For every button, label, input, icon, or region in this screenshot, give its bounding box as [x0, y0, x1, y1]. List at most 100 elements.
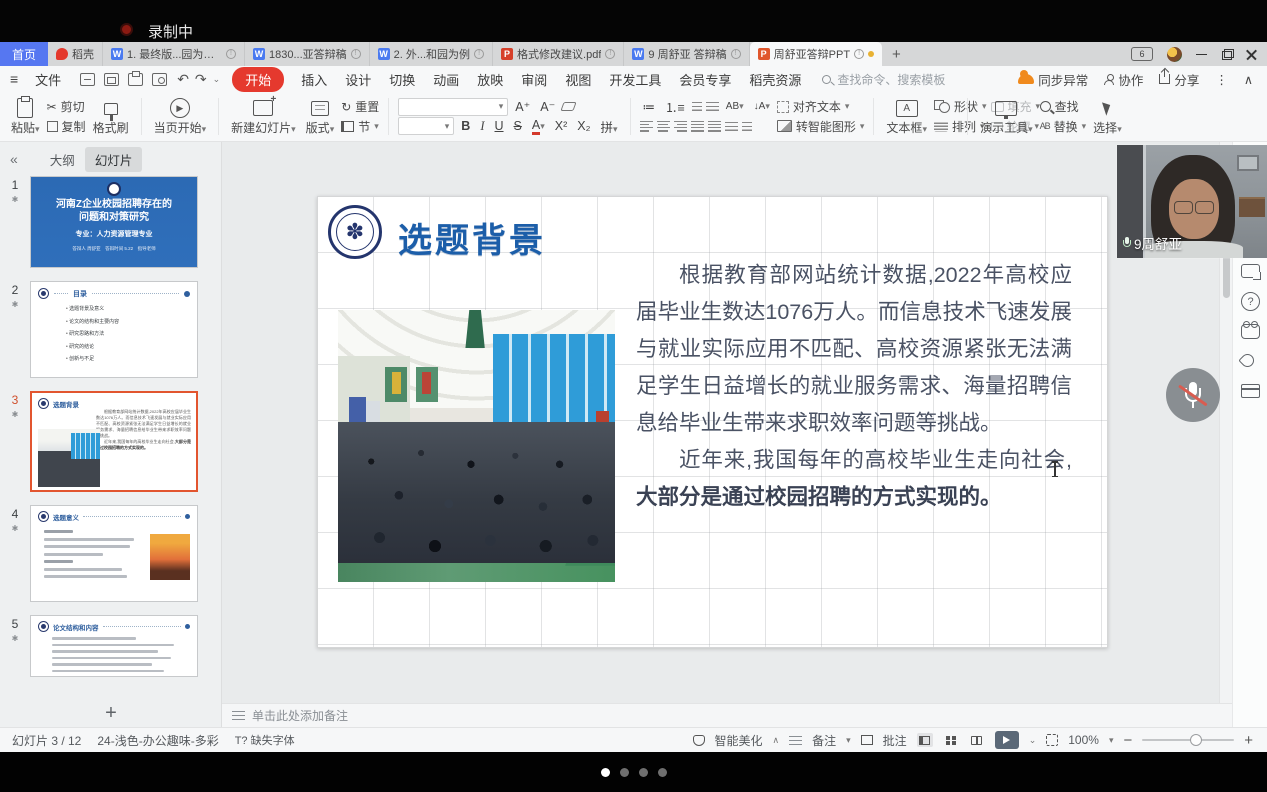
paste-button[interactable]: 粘贴▾	[6, 95, 45, 138]
zoom-percent[interactable]: 100%	[1068, 733, 1099, 747]
slide-body-text[interactable]: 根据教育部网站统计数据,2022年高校应届毕业生数达1076万人。而信息技术飞速…	[636, 257, 1072, 516]
close-button[interactable]	[1246, 49, 1257, 60]
print-preview-icon[interactable]	[152, 73, 167, 86]
smart-beautify-button[interactable]: 智能美化	[715, 732, 763, 749]
new-slide-button[interactable]: 新建幻灯片▾	[226, 95, 301, 138]
menu-tab-insert[interactable]: 插入	[292, 70, 336, 89]
increase-font-button[interactable]: A⁺	[512, 99, 533, 114]
tab-slides[interactable]: 幻灯片	[85, 147, 143, 172]
play-from-current-button[interactable]: ▶ 当页开始▾	[149, 95, 212, 138]
zoom-slider-knob[interactable]	[1190, 734, 1202, 746]
align-text-button[interactable]: 对齐文本▾	[777, 97, 865, 117]
slide-thumbnail-3-selected[interactable]: 3 ✱ 选题背景 根据教育部网站统计数据,2022年高校应届毕业生数达1076万…	[0, 391, 221, 492]
microphone-mute-button[interactable]	[1166, 368, 1220, 422]
align-center-icon[interactable]	[657, 121, 670, 132]
slideshow-play-button[interactable]	[995, 731, 1019, 749]
skin-settings-icon[interactable]	[1241, 324, 1260, 339]
distribute-icon[interactable]	[708, 121, 721, 132]
slide-thumbnail-4[interactable]: 4 ✱ 选题意义	[0, 505, 221, 602]
clear-format-icon[interactable]	[561, 102, 577, 111]
cut-button[interactable]: ✂ 剪切	[47, 97, 86, 117]
justify-icon[interactable]	[691, 121, 704, 132]
page-indicator-dot[interactable]	[658, 768, 667, 777]
comments-button[interactable]: 批注	[883, 732, 907, 749]
paragraph-spacing-icon[interactable]	[742, 122, 752, 131]
align-right-icon[interactable]	[674, 121, 687, 132]
school-logo[interactable]: ✽	[328, 205, 382, 259]
slide-sorter-view-button[interactable]	[943, 733, 959, 747]
superscript-button[interactable]: X²	[552, 119, 571, 133]
pinyin-guide-button[interactable]: 拼▾	[597, 117, 620, 136]
increase-indent-icon[interactable]	[706, 102, 719, 111]
bold-button[interactable]: B	[458, 119, 473, 133]
tab-home[interactable]: 首页	[0, 42, 48, 66]
export-icon[interactable]	[104, 73, 119, 86]
undo-icon[interactable]: ↶	[177, 71, 189, 88]
print-icon[interactable]	[128, 73, 143, 86]
menu-tab-devtools[interactable]: 开发工具	[600, 70, 670, 89]
replace-button[interactable]: AB 替换▾	[1040, 117, 1087, 137]
character-spacing-button[interactable]: ↓A▾	[751, 101, 773, 112]
command-search-box[interactable]: 查找命令、搜索模板	[822, 71, 945, 88]
share-button[interactable]: 分享	[1159, 70, 1199, 89]
presentation-tools-button[interactable]: 演示工具▾	[975, 95, 1038, 138]
menu-tab-slideshow[interactable]: 放映	[468, 70, 512, 89]
sync-status-button[interactable]: 同步异常	[1018, 70, 1088, 89]
navigation-pin-icon[interactable]	[1238, 351, 1256, 369]
collaborate-button[interactable]: 协作	[1104, 70, 1143, 89]
section-button[interactable]: 节▾	[341, 117, 379, 137]
underline-button[interactable]: U	[492, 119, 507, 133]
menu-tab-design[interactable]: 设计	[336, 70, 380, 89]
text-direction-button[interactable]: AB▾	[723, 101, 747, 112]
missing-font-indicator[interactable]: T? 缺失字体	[235, 732, 295, 748]
italic-button[interactable]: I	[477, 119, 487, 134]
align-left-icon[interactable]	[640, 121, 653, 132]
minimize-button[interactable]	[1196, 49, 1207, 60]
resource-box-icon[interactable]	[1241, 384, 1260, 398]
menu-tab-member[interactable]: 会员专享	[670, 70, 740, 89]
decrease-font-button[interactable]: A⁻	[537, 99, 558, 114]
play-options-caret[interactable]: ⌄	[1029, 735, 1037, 746]
redo-caret-icon[interactable]: ⌄	[213, 74, 221, 85]
menu-tab-animation[interactable]: 动画	[424, 70, 468, 89]
member-count-badge[interactable]: 6	[1131, 47, 1153, 61]
zoom-in-button[interactable]: +	[1244, 732, 1253, 749]
zoom-slider[interactable]	[1142, 739, 1234, 741]
smart-graphic-button[interactable]: 转智能图形▾	[777, 117, 865, 137]
tab-pdf[interactable]: P 格式修改建议.pdf !	[493, 42, 624, 66]
page-indicator-dot[interactable]	[639, 768, 648, 777]
slide-title[interactable]: 选题背景	[398, 213, 546, 262]
page-indicator-dot-active[interactable]	[601, 768, 610, 777]
redo-icon[interactable]: ↷	[195, 71, 207, 88]
account-avatar[interactable]	[1167, 47, 1182, 62]
tab-doc-3[interactable]: W 2. 外...和园为例 !	[370, 42, 493, 66]
slide-thumbnail-2[interactable]: 2 ✱ 目录 选题背景及意义 论文的结构和主要内容 研究思路和方法 研究的结论 …	[0, 281, 221, 378]
decrease-indent-icon[interactable]	[692, 102, 702, 111]
slide-thumbnail-1[interactable]: 1 ✱ 河南Z企业校园招聘存在的问题和对策研究 专业：人力资源管理专业 答辩人 …	[0, 176, 221, 268]
collapse-ribbon-icon[interactable]: ∧	[1244, 72, 1253, 87]
text-box-button[interactable]: A 文本框▾	[881, 95, 932, 138]
new-tab-button[interactable]: +	[882, 46, 911, 63]
notes-input-bar[interactable]: 单击此处添加备注	[222, 703, 1232, 727]
save-icon[interactable]	[80, 73, 95, 86]
tab-active-ppt[interactable]: P 周舒亚答辩PPT !	[750, 42, 882, 66]
strikethrough-button[interactable]: S	[511, 119, 525, 133]
menu-file[interactable]: 文件	[26, 70, 70, 89]
format-painter-button[interactable]: 格式刷	[88, 95, 134, 138]
page-indicator-dot[interactable]	[620, 768, 629, 777]
find-button[interactable]: 查找	[1040, 97, 1087, 117]
notes-button[interactable]: 备注	[812, 732, 836, 749]
tab-doc-2[interactable]: W 1830...亚答辩稿 !	[245, 42, 370, 66]
tab-doc-4[interactable]: W 9 周舒亚 答辩稿 !	[624, 42, 749, 66]
copy-button[interactable]: 复制	[47, 117, 86, 137]
menu-tab-view[interactable]: 视图	[556, 70, 600, 89]
reset-button[interactable]: ↻ 重置	[341, 97, 379, 117]
select-button[interactable]: 选择▾	[1088, 95, 1127, 138]
slide-thumbnail-5[interactable]: 5 ✱ 论文结构和内容	[0, 615, 221, 677]
menu-tab-docer[interactable]: 稻壳资源	[740, 70, 810, 89]
job-fair-photo[interactable]	[338, 310, 615, 582]
normal-view-button[interactable]	[917, 733, 933, 747]
subscript-button[interactable]: X₂	[574, 119, 593, 133]
numbered-list-button[interactable]: ⒈≡	[662, 97, 688, 116]
add-slide-button[interactable]: +	[0, 699, 222, 727]
